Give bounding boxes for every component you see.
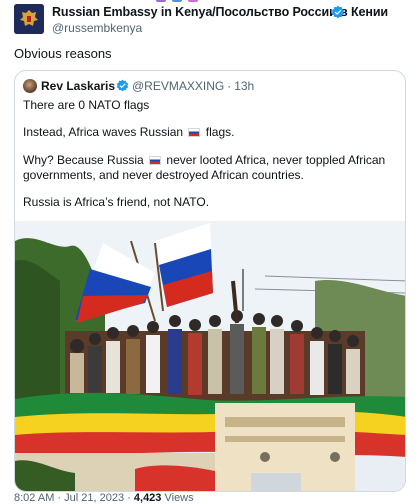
verified-badge-icon xyxy=(116,79,129,92)
emoji-icon xyxy=(172,0,182,2)
post-meta: 8:02 AM · Jul 21, 2023 · 4,423 Views xyxy=(14,492,194,504)
separator: · xyxy=(57,492,62,504)
quote-author-name[interactable]: Rev Laskaris xyxy=(41,79,115,93)
crowd-photo[interactable] xyxy=(15,221,406,492)
quote-avatar[interactable] xyxy=(23,79,37,93)
post-text: Obvious reasons xyxy=(14,46,112,61)
quote-text: never looted Africa, never toppled Afric… xyxy=(166,153,386,167)
quoted-post[interactable]: Rev Laskaris @REVMAXXING · 13h There are 0… xyxy=(14,70,406,492)
post-date[interactable]: Jul 21, 2023 xyxy=(64,492,124,504)
quote-time[interactable]: 13h xyxy=(234,79,254,93)
emoji-icon xyxy=(188,0,198,2)
emoji-icon xyxy=(156,0,166,2)
quote-line-5: Russia is Africa’s friend, not NATO. xyxy=(23,195,210,209)
verified-badge-icon xyxy=(331,5,345,19)
quote-line-2: Instead, Africa waves Russian flags. xyxy=(23,124,399,140)
quote-line-1: There are 0 NATO flags xyxy=(23,98,150,112)
coat-of-arms-icon xyxy=(14,4,44,34)
separator: · xyxy=(127,492,131,504)
quote-line-4: governments, and never destroyed African… xyxy=(23,168,304,182)
author-handle[interactable]: @russembkenya xyxy=(52,21,142,35)
quote-author-handle[interactable]: @REVMAXXING xyxy=(132,79,224,93)
top-strip xyxy=(0,0,418,4)
views-label: Views xyxy=(164,492,194,504)
quote-text: Why? Because Russia xyxy=(23,153,144,167)
post-time[interactable]: 8:02 AM xyxy=(14,492,54,504)
avatar[interactable] xyxy=(14,4,44,34)
separator: · xyxy=(227,79,232,93)
quote-text: flags. xyxy=(205,125,235,139)
quote-text: Instead, Africa waves Russian xyxy=(23,125,184,139)
quote-line-3: Why? Because Russia never looted Africa,… xyxy=(23,152,399,168)
quote-handle-line: @REVMAXXING · 13h xyxy=(132,79,254,93)
russia-flag-icon xyxy=(149,156,162,165)
russia-flag-icon xyxy=(188,128,201,137)
views-count: 4,423 xyxy=(133,492,162,504)
